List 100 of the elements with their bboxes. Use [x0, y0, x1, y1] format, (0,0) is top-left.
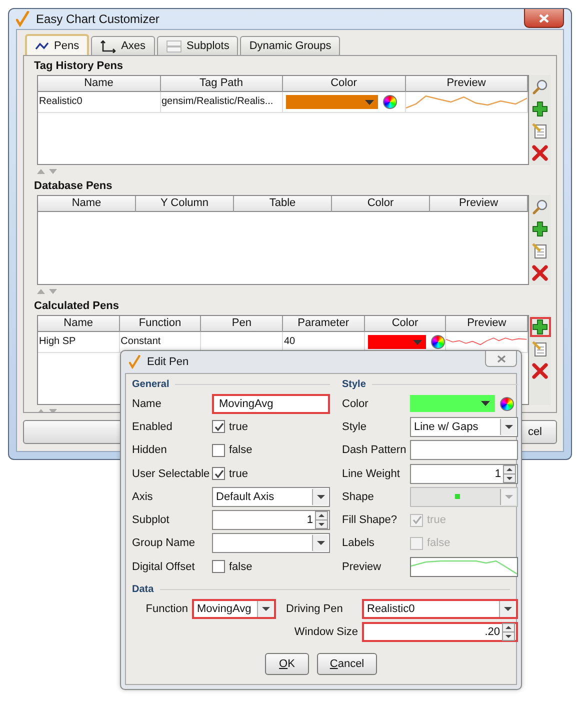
- column-header[interactable]: Pen: [201, 316, 283, 332]
- notepad-icon: [532, 123, 548, 139]
- column-header[interactable]: Preview: [446, 316, 528, 332]
- color-dropdown[interactable]: [368, 335, 426, 349]
- field-label: Shape: [342, 490, 375, 503]
- delete-button[interactable]: [530, 263, 550, 283]
- checkbox[interactable]: [212, 420, 225, 434]
- field-label: Hidden: [132, 444, 168, 456]
- dialog-button[interactable]: OK: [265, 653, 309, 676]
- spinner-field[interactable]: .20: [362, 622, 518, 642]
- plus-icon: [532, 101, 548, 117]
- column-header[interactable]: Tag Path: [160, 76, 283, 92]
- close-button[interactable]: [524, 9, 564, 28]
- tab[interactable]: Axes: [91, 36, 155, 55]
- subplots-icon: [166, 40, 182, 52]
- dropdown[interactable]: Line w/ Gaps: [410, 416, 518, 437]
- tab[interactable]: Dynamic Groups: [240, 36, 340, 55]
- checkbox-label: true: [427, 514, 446, 526]
- text-field[interactable]: [410, 440, 518, 460]
- field-label: Window Size: [293, 626, 358, 638]
- delete-icon: [532, 265, 548, 281]
- column-header[interactable]: Preview: [406, 76, 528, 92]
- text-field[interactable]: MovingAvg: [212, 394, 330, 414]
- field-label: Style: [342, 420, 368, 433]
- dialog-title: Edit Pen: [147, 356, 189, 368]
- table-cell: gensim/Realistic/Realis...: [160, 92, 283, 112]
- section-title: Database Pens: [34, 180, 112, 193]
- dropdown[interactable]: Default Axis: [212, 486, 330, 507]
- checkbox[interactable]: [212, 560, 225, 574]
- column-header[interactable]: Preview: [430, 196, 528, 212]
- close-icon: [539, 14, 549, 22]
- add-button[interactable]: [530, 317, 550, 337]
- window-title: Easy Chart Customizer: [36, 12, 160, 26]
- square-icon: [454, 494, 460, 500]
- column-header[interactable]: Name: [38, 316, 120, 332]
- column-header[interactable]: Function: [120, 316, 202, 332]
- group-heading: General: [132, 378, 170, 390]
- color-wheel-icon[interactable]: [500, 396, 514, 411]
- dropdown-arrow-icon: [413, 340, 422, 344]
- close-icon: [496, 354, 506, 362]
- tab[interactable]: Pens: [25, 34, 90, 55]
- add-button[interactable]: [530, 219, 550, 239]
- dialog-button[interactable]: Cancel: [317, 653, 377, 676]
- field-label: Axis: [132, 490, 154, 503]
- brush-icon: [129, 355, 141, 369]
- search-icon: [532, 199, 548, 215]
- column-header[interactable]: Color: [332, 196, 430, 212]
- plus-icon: [532, 319, 548, 335]
- dropdown[interactable]: MovingAvg: [192, 598, 276, 619]
- field-label: Dash Pattern: [342, 444, 408, 456]
- field-label: Group Name: [132, 537, 196, 550]
- field-label: Name: [132, 398, 162, 410]
- add-button[interactable]: [530, 99, 550, 119]
- dropdown-arrow-icon: [481, 401, 490, 406]
- checkbox[interactable]: [212, 444, 225, 457]
- checkbox-label: true: [229, 420, 248, 433]
- column-header[interactable]: Name: [38, 76, 160, 92]
- color-dropdown[interactable]: [410, 395, 495, 412]
- line-chart-icon: [35, 40, 49, 50]
- field-label: Fill Shape?: [342, 514, 398, 526]
- spinner-field[interactable]: 1: [212, 510, 330, 530]
- table-cell: Realistic0: [38, 92, 160, 112]
- delete-button[interactable]: [530, 143, 550, 163]
- spinner-field[interactable]: 1: [410, 464, 518, 484]
- column-header[interactable]: Color: [283, 76, 406, 92]
- field-label: Digital Offset: [132, 560, 196, 573]
- field-label: Subplot: [132, 514, 170, 526]
- field-label: Enabled: [132, 420, 174, 433]
- notepad-icon: [532, 243, 548, 259]
- dropdown-arrow-icon: [365, 100, 374, 104]
- checkbox[interactable]: [212, 467, 225, 480]
- delete-icon: [532, 363, 548, 379]
- column-header[interactable]: Table: [234, 196, 332, 212]
- color-dropdown[interactable]: [286, 95, 378, 109]
- axes-icon: [100, 40, 116, 52]
- field-label: Function: [144, 602, 188, 615]
- field-label: Color: [342, 398, 370, 410]
- group-heading: Style: [342, 378, 366, 390]
- delete-icon: [532, 145, 548, 161]
- dropdown[interactable]: Realistic0: [362, 598, 518, 619]
- column-header[interactable]: Parameter: [282, 316, 365, 332]
- dropdown[interactable]: [212, 533, 330, 554]
- notepad-icon: [532, 341, 548, 357]
- section-title: Calculated Pens: [34, 300, 119, 313]
- search-icon: [532, 79, 548, 95]
- checkbox-label: false: [229, 560, 252, 573]
- column-header[interactable]: Name: [38, 196, 136, 212]
- plus-icon: [532, 221, 548, 237]
- tab[interactable]: Subplots: [156, 36, 238, 55]
- color-wheel-icon[interactable]: [431, 335, 446, 349]
- checkbox-label: true: [229, 468, 248, 480]
- delete-button[interactable]: [530, 361, 550, 381]
- field-label: Preview: [342, 560, 382, 573]
- column-header[interactable]: Color: [364, 316, 446, 332]
- column-header[interactable]: Y Column: [136, 196, 234, 212]
- section-title: Tag History Pens: [34, 60, 124, 73]
- color-wheel-icon[interactable]: [383, 95, 398, 109]
- field-label: Line Weight: [342, 468, 401, 480]
- checkbox-label: false: [427, 537, 450, 550]
- group-heading: Data: [132, 584, 154, 595]
